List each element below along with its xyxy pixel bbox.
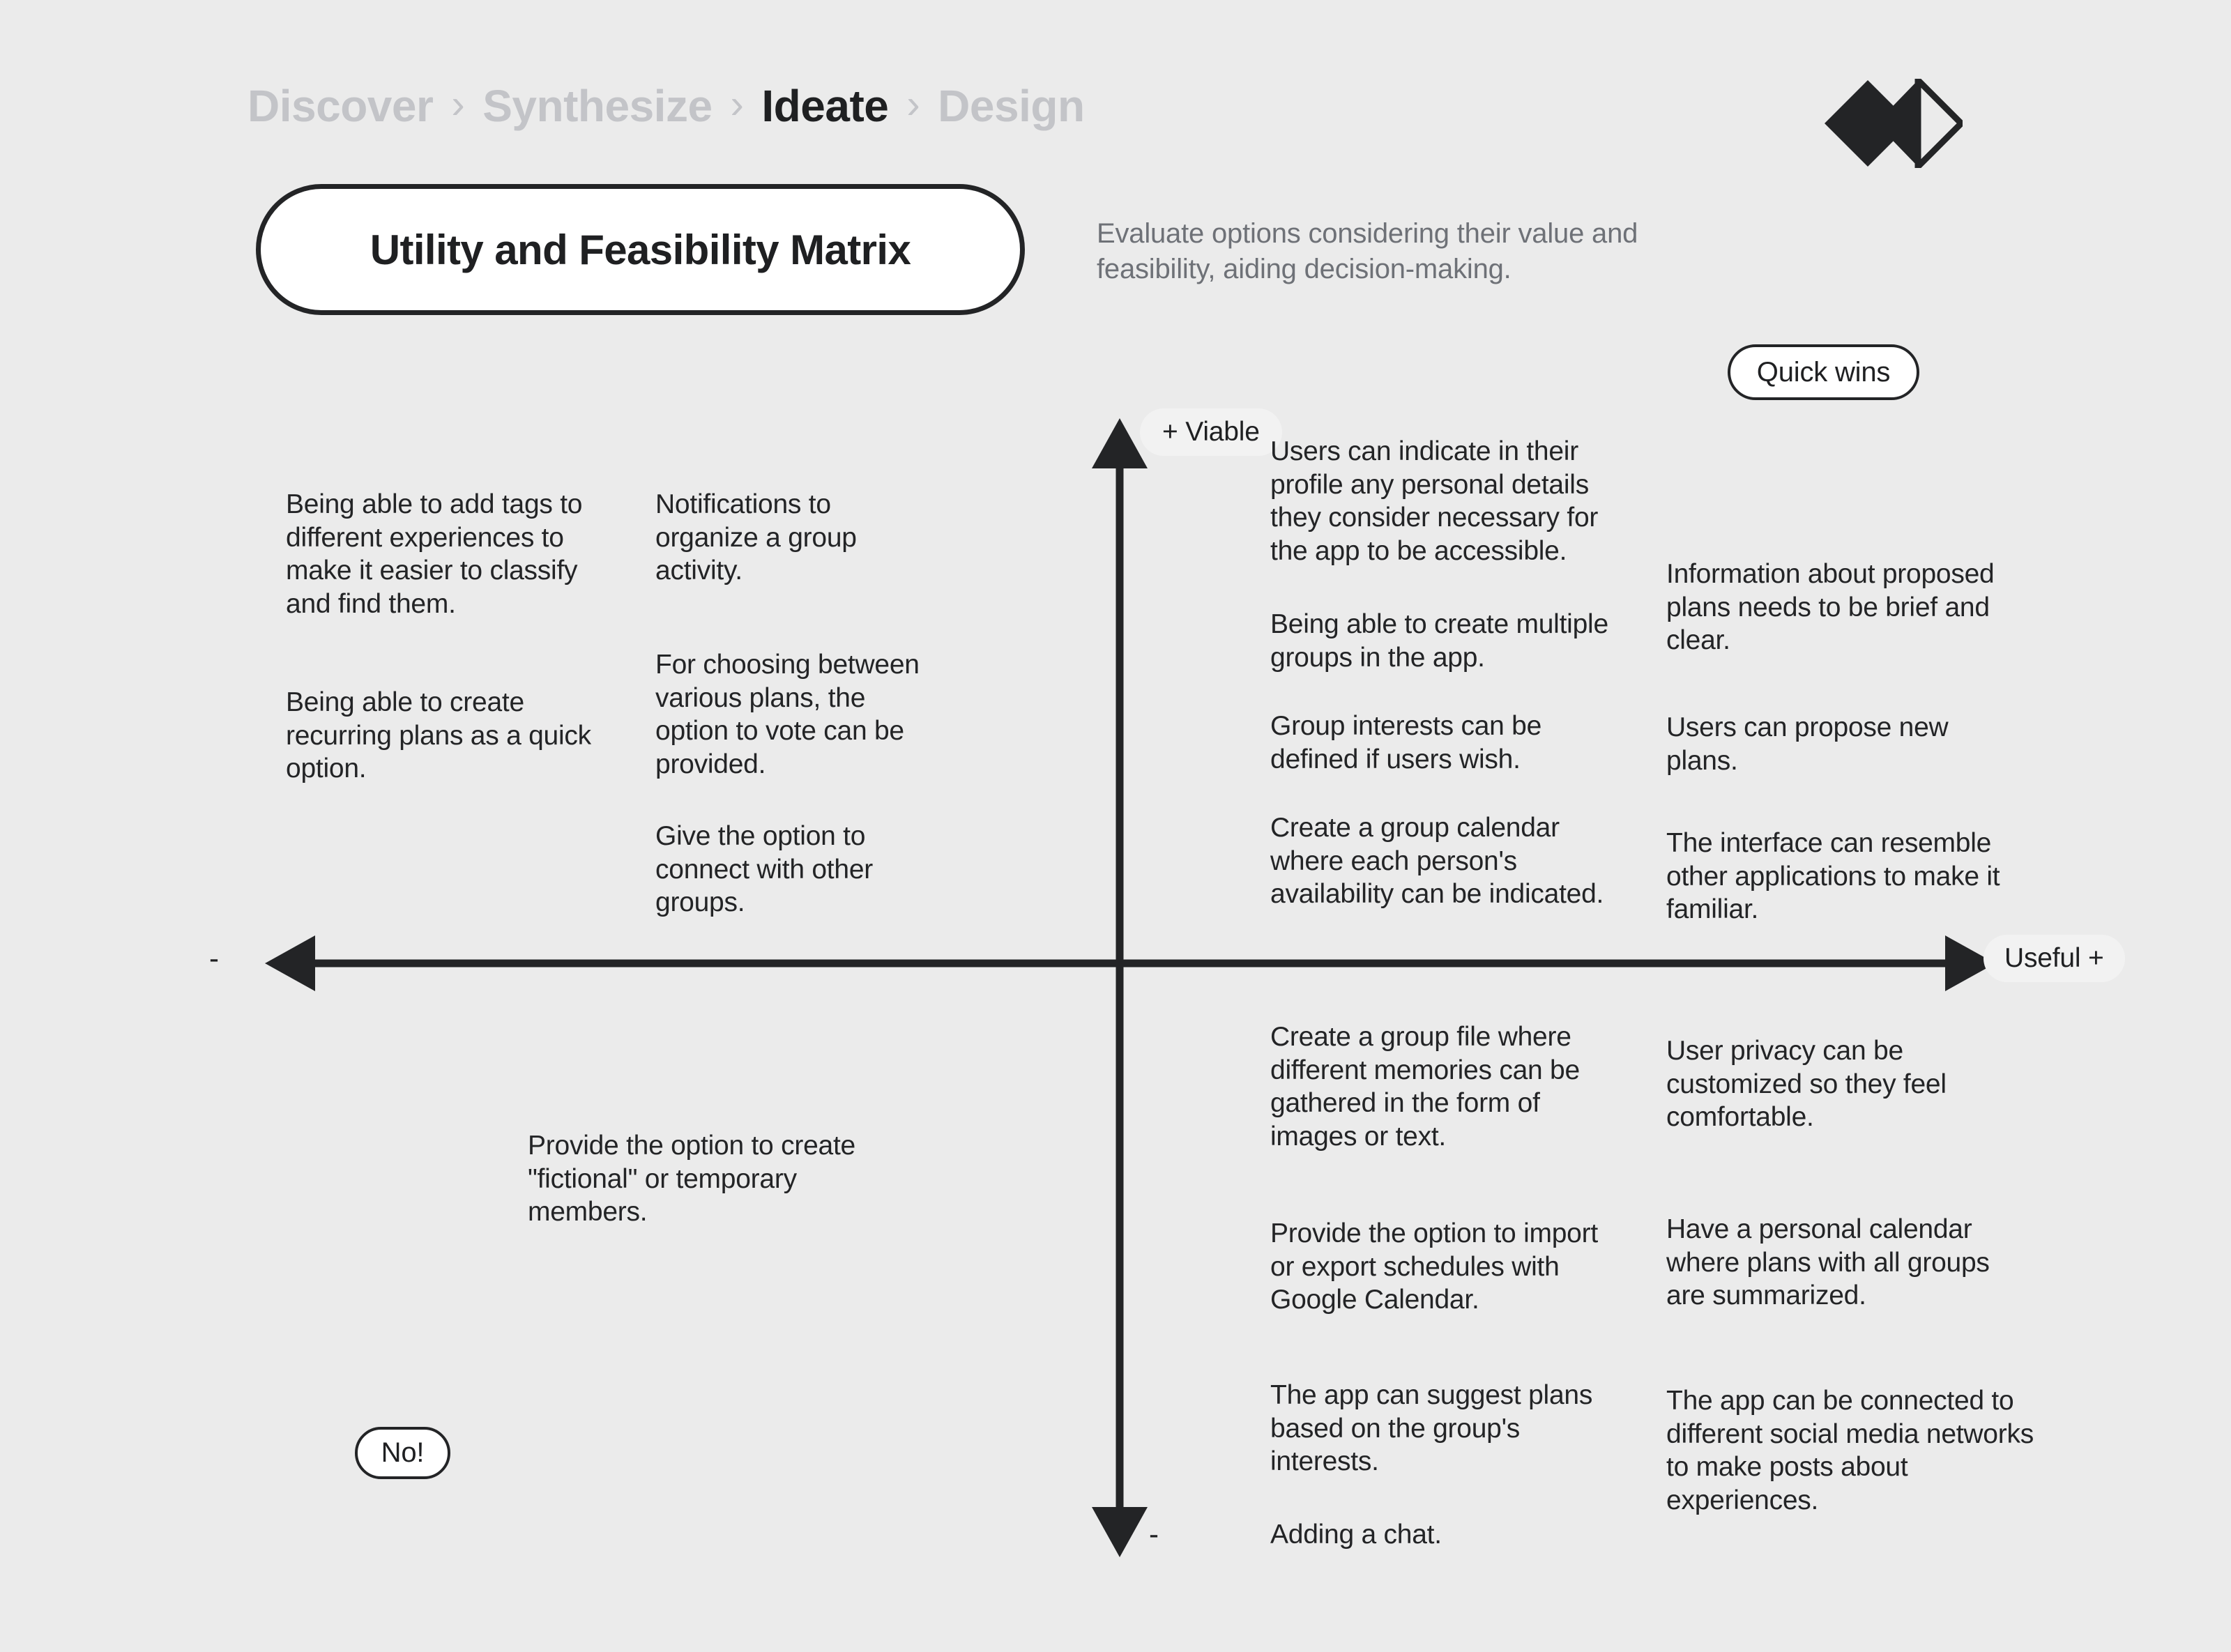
page-title-pill: Utility and Feasibility Matrix <box>256 184 1025 315</box>
idea-note: The interface can resemble other applica… <box>1666 828 2000 925</box>
idea-note: Provide the option to create "fictional"… <box>528 1131 855 1227</box>
axis-label-useful-negative: - <box>209 942 219 974</box>
breadcrumb-item-discover[interactable]: Discover <box>248 80 434 132</box>
idea-note: User privacy can be customized so they f… <box>1666 1036 1947 1133</box>
idea-note: Being able to create recurring plans as … <box>286 687 591 784</box>
idea-note: Have a personal calendar where plans wit… <box>1666 1214 1990 1311</box>
utility-feasibility-matrix-canvas: Discover › Synthesize › Ideate › Design … <box>0 0 2231 1652</box>
idea-note: Users can propose new plans. <box>1666 712 1949 776</box>
breadcrumb: Discover › Synthesize › Ideate › Design <box>248 80 1085 132</box>
page-title: Utility and Feasibility Matrix <box>370 226 911 273</box>
idea-note: Provide the option to import or export s… <box>1270 1218 1598 1315</box>
idea-note: Adding a chat. <box>1270 1520 1442 1550</box>
no-badge: No! <box>355 1427 450 1479</box>
idea-note: Group interests can be defined if users … <box>1270 711 1542 774</box>
axis-label-viable-negative: - <box>1149 1517 1159 1550</box>
quick-wins-badge: Quick wins <box>1728 344 1919 400</box>
idea-note: Being able to add tags to different expe… <box>286 489 583 619</box>
idea-note: The app can suggest plans based on the g… <box>1270 1380 1593 1477</box>
idea-note: For choosing between various plans, the … <box>655 650 920 779</box>
quick-wins-label: Quick wins <box>1756 356 1891 388</box>
axis-label-viable-positive: + Viable <box>1140 408 1282 456</box>
idea-note: Create a group calendar where each perso… <box>1270 813 1604 910</box>
breadcrumb-item-ideate[interactable]: Ideate <box>761 80 888 132</box>
idea-note: The app can be connected to different so… <box>1666 1386 2034 1515</box>
idea-note: Being able to create multiple groups in … <box>1270 609 1608 673</box>
breadcrumb-item-synthesize[interactable]: Synthesize <box>482 80 713 132</box>
idea-note: Users can indicate in their profile any … <box>1270 436 1599 566</box>
chevron-right-icon: › <box>730 82 744 127</box>
double-diamond-logo <box>1823 72 1966 174</box>
page-subtitle: Evaluate options considering their value… <box>1097 218 1638 285</box>
idea-note: Give the option to connect with other gr… <box>655 821 874 918</box>
idea-note: Information about proposed plans needs t… <box>1666 559 1995 656</box>
no-label: No! <box>381 1437 425 1468</box>
chevron-right-icon: › <box>906 82 920 127</box>
axis-label-useful-positive: Useful + <box>1983 935 2125 982</box>
idea-note: Create a group file where different memo… <box>1270 1022 1580 1152</box>
idea-note: Notifications to organize a group activi… <box>655 489 857 586</box>
chevron-right-icon: › <box>451 82 465 127</box>
breadcrumb-item-design[interactable]: Design <box>938 80 1085 132</box>
